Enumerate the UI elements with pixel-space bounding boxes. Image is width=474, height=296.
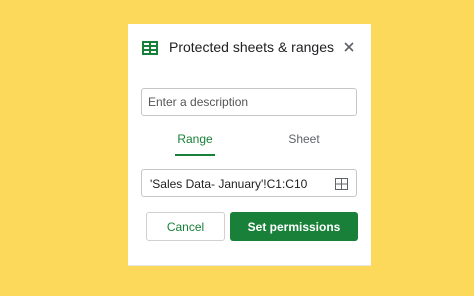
active-tab-indicator — [175, 154, 215, 156]
protected-ranges-panel: Protected sheets & ranges Range Sheet 'S… — [128, 24, 371, 266]
panel-title: Protected sheets & ranges — [169, 39, 334, 55]
grid-select-icon[interactable] — [335, 177, 348, 190]
tab-sheet[interactable]: Sheet — [283, 132, 325, 156]
set-permissions-button[interactable]: Set permissions — [230, 212, 358, 241]
close-icon[interactable] — [340, 38, 358, 56]
panel-header: Protected sheets & ranges — [128, 24, 371, 70]
cancel-button[interactable]: Cancel — [146, 212, 225, 241]
description-input[interactable] — [141, 88, 357, 116]
google-sheets-icon — [142, 41, 158, 55]
range-value: 'Sales Data- January'!C1:C10 — [150, 177, 308, 191]
panel-divider — [128, 265, 371, 266]
range-input[interactable]: 'Sales Data- January'!C1:C10 — [141, 169, 357, 197]
tab-range[interactable]: Range — [173, 132, 217, 156]
